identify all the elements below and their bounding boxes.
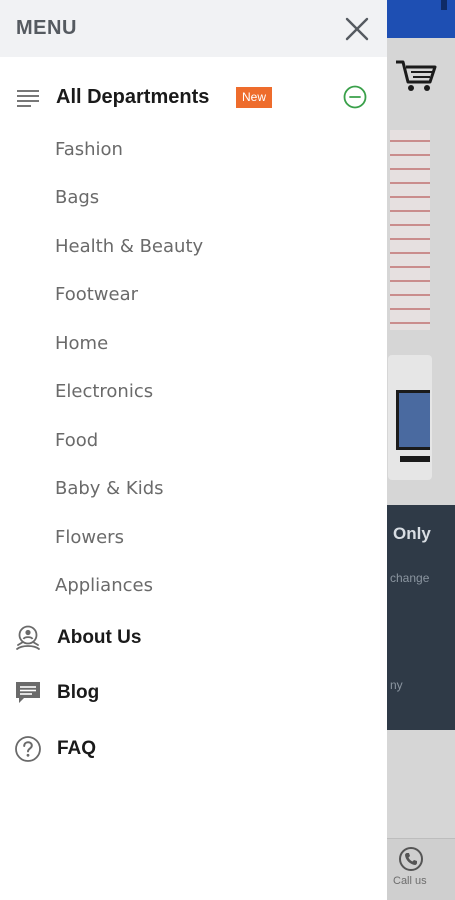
- navigation-drawer: MENU All Departments New Fashion Bags He…: [0, 0, 387, 900]
- department-item-food[interactable]: Food: [55, 430, 98, 451]
- department-item-home[interactable]: Home: [55, 333, 108, 354]
- chat-icon: [16, 682, 40, 703]
- cart-icon: [396, 60, 437, 91]
- background-banner: [390, 130, 430, 330]
- new-badge: New: [236, 87, 273, 108]
- department-item-fashion[interactable]: Fashion: [55, 139, 123, 160]
- menu-item-blog[interactable]: Blog: [0, 673, 387, 713]
- department-item-bags[interactable]: Bags: [55, 187, 99, 208]
- menu-item-about-us[interactable]: About Us: [0, 618, 387, 658]
- about-us-label: About Us: [57, 627, 142, 648]
- phone-icon: [399, 847, 423, 871]
- promo-subtext: change: [390, 571, 430, 585]
- department-item-appliances[interactable]: Appliances: [55, 575, 153, 596]
- background-top-bar: [387, 0, 455, 38]
- background-top-bar-tab: [441, 0, 447, 10]
- department-item-health-beauty[interactable]: Health & Beauty: [55, 236, 203, 257]
- promo-text: Only: [393, 524, 431, 543]
- blog-label: Blog: [57, 682, 100, 703]
- tv-image: [396, 390, 430, 450]
- menu-title: MENU: [16, 17, 77, 39]
- faq-label: FAQ: [57, 738, 97, 759]
- department-item-footwear[interactable]: Footwear: [55, 284, 138, 305]
- minus-circle-icon[interactable]: [343, 85, 367, 109]
- department-item-baby-kids[interactable]: Baby & Kids: [55, 478, 164, 499]
- list-icon: [17, 90, 39, 107]
- department-item-electronics[interactable]: Electronics: [55, 381, 153, 402]
- drawer-header: MENU: [0, 0, 387, 57]
- department-item-flowers[interactable]: Flowers: [55, 527, 124, 548]
- question-circle-icon: [15, 736, 41, 762]
- menu-item-faq[interactable]: FAQ: [0, 729, 387, 769]
- close-icon[interactable]: [343, 15, 371, 43]
- award-icon: [16, 625, 40, 650]
- all-departments-label: All Departments: [56, 86, 210, 108]
- tv-stand: [400, 456, 430, 462]
- promo-subtext-2: ny: [390, 678, 403, 692]
- all-departments-toggle[interactable]: All Departments New: [0, 78, 387, 118]
- call-us-label[interactable]: Call us: [393, 875, 427, 887]
